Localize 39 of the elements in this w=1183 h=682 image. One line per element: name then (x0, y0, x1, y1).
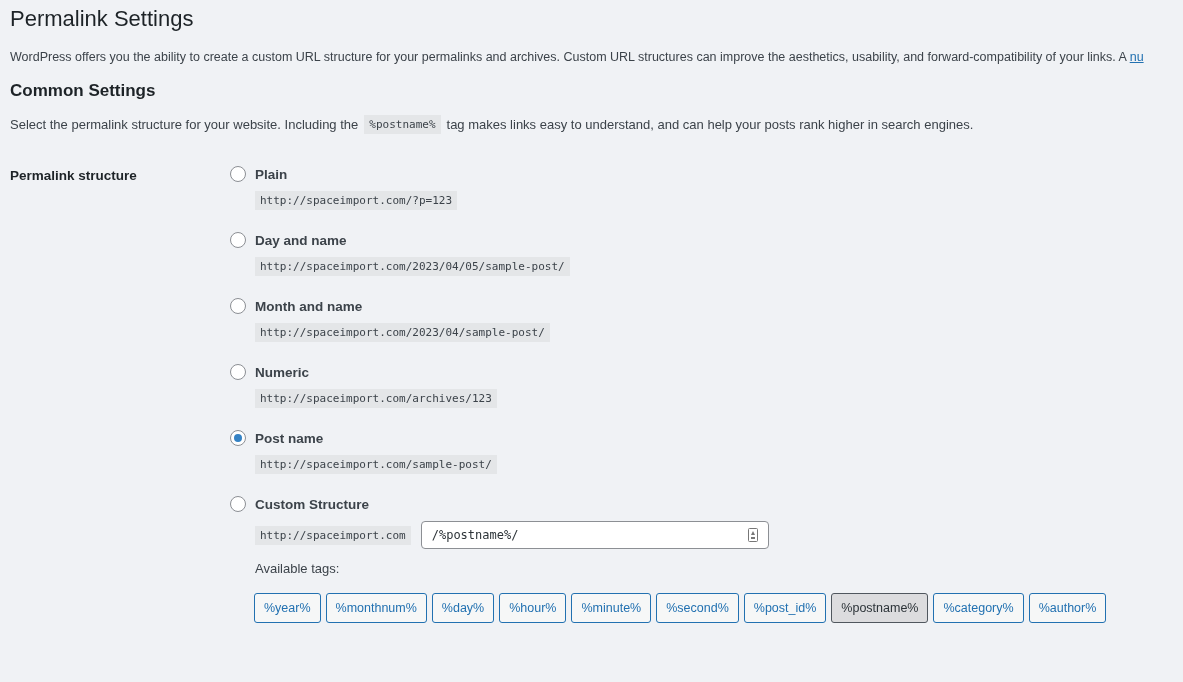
radio-button[interactable] (230, 364, 246, 380)
field-label: Permalink structure (10, 167, 138, 185)
radio-button[interactable] (230, 430, 246, 446)
url-example: http://spaceimport.com/2023/04/sample-post/ (255, 323, 550, 342)
intro-text: WordPress offers you the ability to create a custom URL structure for your permalinks and archives. Custom URL structures can improve the aesthetics, usability, and forward-compatibility of your links. A nu (10, 50, 1145, 64)
tag-button[interactable]: %category% (933, 593, 1024, 623)
option-label: Plain (255, 166, 288, 182)
tag-button[interactable]: %monthnum% (325, 593, 427, 623)
custom-structure-field[interactable]: /%postname%/ (420, 521, 769, 549)
option-label: Numeric (255, 364, 310, 380)
radio-button[interactable] (230, 298, 246, 314)
radio-button[interactable] (230, 166, 246, 182)
section-title: Common Settings (10, 81, 157, 101)
form-fill-icon (747, 528, 758, 542)
tag-button[interactable]: %post_id% (743, 593, 827, 623)
available-tags-label: Available tags: (254, 561, 341, 576)
url-example: http://spaceimport.com/archives/123 (255, 389, 497, 408)
tag-button[interactable]: %minute% (571, 593, 652, 623)
tag-button[interactable]: %second% (656, 593, 739, 623)
url-example: http://spaceimport.com/sample-post/ (255, 455, 497, 474)
url-example: http://spaceimport.com/2023/04/05/sample-post/ (255, 257, 570, 276)
section-intro-text: Select the permalink structure for your website. Including the (10, 117, 359, 132)
intro-link[interactable]: nu (1129, 50, 1144, 64)
tag-button[interactable]: %hour% (499, 593, 567, 623)
tag-code: %postname% (364, 115, 441, 134)
tag-button[interactable]: %author% (1028, 593, 1107, 623)
radio-button[interactable] (230, 496, 246, 512)
radio-button[interactable] (230, 232, 246, 248)
option-label: Day and name (255, 232, 347, 248)
tag-button[interactable]: %year% (254, 593, 321, 623)
tag-button[interactable]: %postname% (831, 593, 929, 623)
page-title: Permalink Settings (10, 6, 195, 32)
option-label: Custom Structure (255, 496, 369, 512)
option-label: Month and name (255, 298, 363, 314)
url-example: http://spaceimport.com/?p=123 (255, 191, 458, 210)
url-prefix: http://spaceimport.com (255, 525, 411, 545)
section-intro-text: tag makes links easy to understand, and can help your posts rank higher in search engines. (446, 117, 974, 132)
tag-button[interactable]: %day% (431, 593, 495, 623)
option-label: Post name (255, 430, 324, 446)
